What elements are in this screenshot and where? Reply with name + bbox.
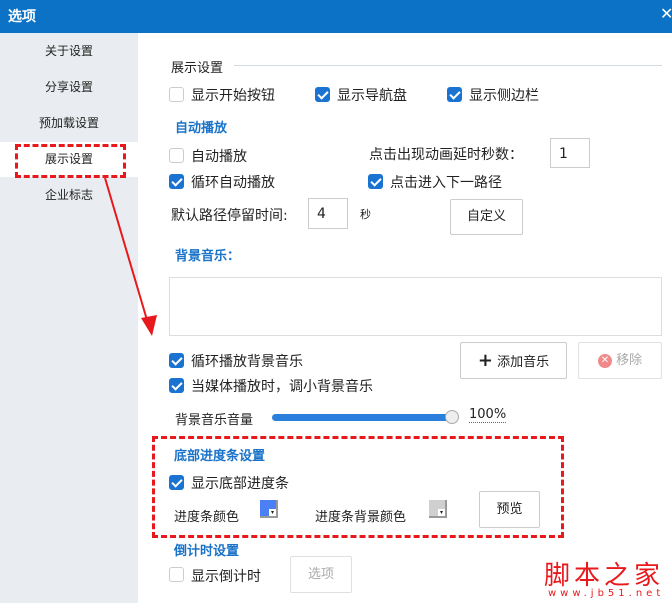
volume-label: 背景音乐音量	[175, 413, 254, 428]
title-bar	[0, 0, 672, 33]
show-progress-label: 显示底部进度条	[191, 476, 289, 492]
preview-button[interactable]: 预览	[479, 491, 540, 528]
section-music-title: 背景音乐：	[175, 249, 241, 264]
progress-bg-color-picker[interactable]: ▾	[429, 500, 447, 518]
chevron-down-icon: ▾	[438, 509, 445, 516]
progress-color-label: 进度条颜色	[174, 510, 240, 525]
show-sidebar-label: 显示侧边栏	[469, 88, 539, 104]
chevron-down-icon: ▾	[269, 509, 276, 516]
next-path-label: 点击进入下一路径	[390, 175, 502, 191]
show-countdown-label: 显示倒计时	[191, 569, 261, 585]
show-nav-label: 显示导航盘	[337, 88, 407, 104]
show-countdown-checkbox[interactable]	[169, 567, 184, 582]
autoplay-label: 自动播放	[191, 149, 247, 165]
loop-music-checkbox[interactable]	[169, 353, 184, 368]
progress-bg-color-label: 进度条背景颜色	[315, 510, 407, 525]
sidebar-item-share[interactable]: 分享设置	[0, 70, 138, 105]
plus-icon: +	[477, 350, 493, 371]
window-title: 选项	[8, 9, 36, 25]
sidebar-item-about[interactable]: 关于设置	[0, 34, 138, 69]
music-list[interactable]	[169, 277, 662, 336]
autoplay-checkbox[interactable]	[169, 148, 184, 163]
divider	[234, 65, 662, 66]
add-music-button[interactable]: + 添加音乐	[460, 342, 567, 379]
next-path-checkbox[interactable]	[368, 174, 383, 189]
duck-music-checkbox[interactable]	[169, 378, 184, 393]
show-progress-checkbox[interactable]	[169, 475, 184, 490]
stay-time-unit: 秒	[360, 208, 371, 221]
volume-value: 100%	[469, 407, 507, 423]
countdown-options-button[interactable]: 选项	[290, 556, 352, 593]
delay-label: 点击出现动画延时秒数：	[369, 147, 523, 163]
volume-slider[interactable]	[272, 414, 456, 421]
remove-icon: ✕	[597, 353, 612, 368]
remove-music-button[interactable]: ✕ 移除	[578, 342, 662, 379]
section-progress-title: 底部进度条设置	[174, 449, 266, 464]
show-start-button-checkbox[interactable]	[169, 87, 184, 102]
show-nav-checkbox[interactable]	[315, 87, 330, 102]
loop-autoplay-label: 循环自动播放	[191, 175, 275, 191]
progress-color-picker[interactable]: ▾	[260, 500, 278, 518]
stay-time-input[interactable]: 4	[308, 198, 348, 229]
duck-music-label: 当媒体播放时，调小背景音乐	[191, 379, 373, 395]
add-music-label: 添加音乐	[497, 355, 550, 370]
sidebar-item-preload[interactable]: 预加载设置	[0, 106, 138, 141]
volume-slider-handle[interactable]	[445, 410, 459, 424]
stay-time-label: 默认路径停留时间:	[171, 208, 288, 224]
remove-music-label: 移除	[616, 353, 643, 368]
section-display-title: 展示设置	[171, 61, 224, 76]
custom-button[interactable]: 自定义	[450, 199, 523, 235]
annotation-arrow	[104, 177, 157, 336]
delay-input[interactable]: 1	[550, 138, 590, 168]
loop-autoplay-checkbox[interactable]	[169, 174, 184, 189]
loop-music-label: 循环播放背景音乐	[191, 354, 303, 370]
show-start-button-label: 显示开始按钮	[191, 88, 275, 104]
section-countdown-title: 倒计时设置	[174, 544, 240, 559]
section-autoplay-title: 自动播放	[175, 121, 228, 136]
show-sidebar-checkbox[interactable]	[447, 87, 462, 102]
watermark-text: 脚本之家	[544, 561, 665, 591]
close-icon[interactable]: ✕	[660, 4, 672, 23]
watermark-url: www.jb51.net	[548, 588, 665, 599]
